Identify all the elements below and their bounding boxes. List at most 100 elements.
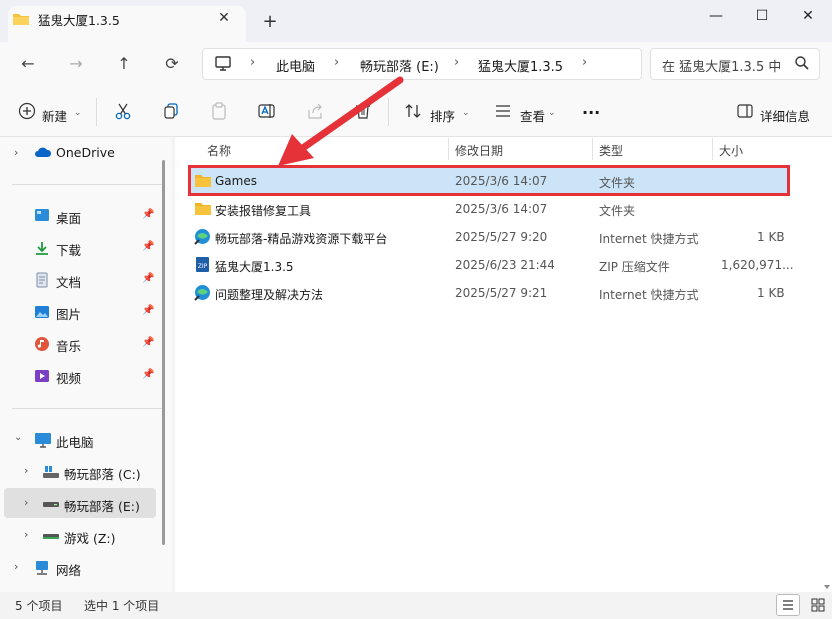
details-button[interactable]: 详细信息: [760, 106, 810, 125]
column-header-date[interactable]: 修改日期: [455, 142, 503, 159]
sidebar-item-downloads[interactable]: 下载: [56, 240, 81, 259]
chevron-down-icon[interactable]: ⌄: [74, 108, 82, 118]
file-type: 文件夹: [599, 204, 636, 218]
file-date: 2025/5/27 9:20: [455, 230, 548, 244]
sort-button[interactable]: 排序: [430, 106, 455, 125]
file-name: 问题整理及解决方法: [215, 288, 324, 302]
file-type: 文件夹: [599, 176, 636, 190]
chevron-right-icon[interactable]: ›: [24, 464, 28, 477]
drive-icon: [43, 502, 59, 507]
column-header-size[interactable]: 大小: [719, 142, 743, 159]
view-button[interactable]: 查看: [520, 106, 545, 125]
chevron-right-icon[interactable]: ›: [14, 146, 18, 159]
add-icon[interactable]: [18, 102, 36, 120]
cut-icon[interactable]: [114, 102, 132, 120]
file-type: ZIP 压缩文件: [599, 260, 670, 274]
copy-icon[interactable]: [162, 102, 180, 120]
pin-icon[interactable]: 📌: [142, 273, 154, 284]
column-header-name[interactable]: 名称: [207, 142, 231, 159]
chevron-down-icon[interactable]: ⌄: [14, 432, 22, 443]
chevron-right-icon[interactable]: ›: [24, 496, 28, 509]
details-pane-icon[interactable]: [736, 102, 754, 120]
chevron-right-icon[interactable]: ›: [14, 560, 18, 573]
sort-icon[interactable]: [404, 102, 422, 120]
view-icon[interactable]: [494, 102, 512, 120]
tiles-view-icon: [811, 598, 825, 612]
rename-icon[interactable]: [258, 102, 276, 120]
content-scrollbar[interactable]: [823, 137, 831, 592]
up-button[interactable]: ↑: [110, 52, 138, 76]
breadcrumb-drive-e[interactable]: 畅玩部落 (E:): [360, 56, 439, 75]
sidebar-item-drive-z[interactable]: 游戏 (Z:): [64, 528, 116, 547]
sidebar-item-onedrive[interactable]: OneDrive: [56, 145, 115, 160]
sidebar-item-drive-e[interactable]: 畅玩部落 (E:): [64, 496, 140, 515]
sidebar-item-desktop[interactable]: 桌面: [56, 208, 81, 227]
pictures-icon: [35, 306, 49, 318]
toolbar-divider: [96, 98, 97, 126]
sidebar-item-drive-c[interactable]: 畅玩部落 (C:): [64, 464, 141, 483]
column-divider[interactable]: [448, 138, 449, 160]
pin-icon[interactable]: 📌: [142, 209, 154, 220]
table-row[interactable]: 安装报错修复工具 2025/3/6 14:07 文件夹: [188, 195, 792, 223]
tiles-view-button[interactable]: [806, 594, 830, 616]
sidebar-item-music[interactable]: 音乐: [56, 336, 81, 355]
paste-icon[interactable]: [210, 102, 228, 120]
pin-icon[interactable]: 📌: [142, 369, 154, 380]
details-view-button[interactable]: [776, 594, 800, 616]
column-divider[interactable]: [592, 138, 593, 160]
breadcrumb-this-pc[interactable]: 此电脑: [276, 56, 315, 75]
table-row[interactable]: 畅玩部落-精品游戏资源下载平台 2025/5/27 9:20 Internet …: [188, 223, 792, 251]
file-name: 猛鬼大厦1.3.5: [215, 260, 294, 274]
tab-close-button[interactable]: ✕: [214, 8, 234, 28]
maximize-button[interactable]: ☐: [742, 6, 782, 26]
videos-icon: [35, 370, 49, 382]
file-size: 1 KB: [757, 286, 785, 300]
sort-arrow-icon: ^: [320, 130, 329, 141]
chevron-down-icon[interactable]: ⌄: [462, 108, 470, 118]
sidebar-divider: [12, 408, 162, 409]
breadcrumb-folder[interactable]: 猛鬼大厦1.3.5: [478, 56, 563, 75]
pin-icon[interactable]: 📌: [142, 305, 154, 316]
file-date: 2025/5/27 9:21: [455, 286, 548, 300]
sidebar-item-this-pc[interactable]: 此电脑: [56, 432, 94, 451]
sidebar-item-videos[interactable]: 视频: [56, 368, 81, 387]
close-window-button[interactable]: ✕: [788, 6, 828, 26]
column-header-type[interactable]: 类型: [599, 142, 623, 159]
file-type: Internet 快捷方式: [599, 288, 699, 302]
file-name: 安装报错修复工具: [215, 204, 312, 218]
pin-icon[interactable]: 📌: [142, 337, 154, 348]
back-button[interactable]: ←: [14, 52, 42, 76]
table-row[interactable]: Games 2025/3/6 14:07 文件夹: [188, 167, 792, 195]
download-icon: [36, 242, 48, 255]
forward-button[interactable]: →: [62, 52, 90, 76]
cloud-icon: [35, 147, 52, 157]
new-button[interactable]: 新建: [42, 106, 67, 125]
breadcrumb-separator: ›: [250, 55, 256, 70]
column-divider[interactable]: [712, 138, 713, 160]
network-icon: [36, 561, 48, 575]
sidebar-item-pictures[interactable]: 图片: [56, 304, 81, 323]
search-input[interactable]: 在 猛鬼大厦1.3.5 中搜索: [662, 56, 780, 75]
minimize-button[interactable]: —: [696, 6, 736, 26]
documents-icon: [36, 272, 48, 288]
table-row[interactable]: ZIP 猛鬼大厦1.3.5 2025/6/23 21:44 ZIP 压缩文件 1…: [188, 251, 794, 279]
toolbar-divider: [388, 98, 389, 126]
table-row[interactable]: 问题整理及解决方法 2025/5/27 9:21 Internet 快捷方式 1…: [188, 279, 792, 307]
more-options-button[interactable]: ···: [582, 103, 600, 122]
sidebar-item-documents[interactable]: 文档: [56, 272, 81, 291]
computer-icon: [35, 433, 51, 448]
drive-icon: [43, 534, 59, 539]
new-tab-button[interactable]: +: [258, 10, 282, 34]
internet-shortcut-icon: [194, 229, 210, 245]
sidebar-item-network[interactable]: 网络: [56, 560, 81, 579]
tab-title: 猛鬼大厦1.3.5: [38, 13, 120, 28]
search-icon[interactable]: [794, 55, 810, 71]
chevron-down-icon[interactable]: ⌄: [548, 108, 556, 118]
sidebar-scrollbar[interactable]: [162, 160, 165, 545]
pin-icon[interactable]: 📌: [142, 241, 154, 252]
chevron-right-icon[interactable]: ›: [24, 528, 28, 541]
refresh-button[interactable]: ⟳: [158, 52, 186, 76]
share-icon[interactable]: [306, 102, 324, 120]
delete-icon[interactable]: [354, 102, 372, 120]
zip-file-icon: ZIP: [196, 257, 209, 272]
